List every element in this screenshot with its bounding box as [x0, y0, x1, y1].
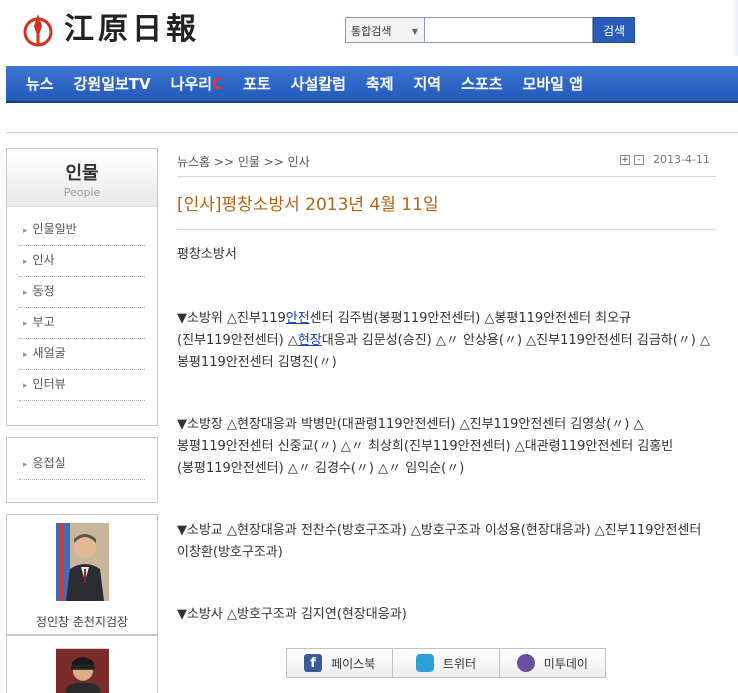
article-paragraph-2: ▼소방장 △현장대응과 박병만(대관령119안전센터) △진부119안전센터 김…	[177, 417, 674, 476]
nav-item-tv[interactable]: 강원일보TV	[74, 73, 151, 94]
main-nav: 뉴스 강원일보TV 나우리C 포토 사설칼럼 축제 지역 스포츠 모바일 앱	[6, 66, 738, 103]
nav-item-news[interactable]: 뉴스	[26, 73, 54, 94]
sidebar-item-label: 동정	[32, 284, 55, 298]
nav-item-nauri-suffix: C	[212, 75, 224, 93]
title-divider	[177, 229, 716, 230]
header-divider	[6, 132, 738, 133]
sidebar-reception: ▸ 응접실	[6, 437, 158, 503]
nav-item-mobile-app[interactable]: 모바일 앱	[523, 73, 583, 94]
site-logo[interactable]: 江原日報	[22, 12, 200, 48]
sidebar-item-obituary[interactable]: ▸ 부고	[19, 308, 145, 339]
sidebar-item-label: 인터뷰	[32, 377, 66, 391]
sidebar-item-general[interactable]: ▸ 인물일반	[19, 215, 145, 246]
keyword-link[interactable]: 안전	[286, 311, 310, 326]
nav-item-festival[interactable]: 축제	[366, 73, 394, 94]
sidebar-title: 인물 People	[7, 149, 157, 207]
sidebar-item-interview[interactable]: ▸ 인터뷰	[19, 370, 145, 401]
bullet-icon: ▸	[23, 381, 28, 391]
sidebar-item-label: 인물일반	[32, 222, 77, 236]
header-edge	[732, 0, 738, 56]
sidebar-item-label: 인사	[32, 253, 55, 267]
sidebar-item-label: 응접실	[32, 456, 66, 470]
person-photo	[55, 523, 109, 601]
keyword-link[interactable]: 현장	[298, 333, 322, 348]
sidebar-list-2: ▸ 응접실	[7, 438, 157, 480]
sidebar-people: 인물 People ▸ 인물일반 ▸ 인사 ▸ 동정 ▸ 부고 ▸ 새얼굴 ▸ 인터뷰	[6, 148, 158, 426]
sidebar-list: ▸ 인물일반 ▸ 인사 ▸ 동정 ▸ 부고 ▸ 새얼굴 ▸ 인터뷰	[7, 207, 157, 401]
bullet-icon: ▸	[23, 226, 28, 236]
article-tools: + - 2013-4-11	[620, 153, 710, 166]
featured-person-2[interactable]	[6, 635, 158, 693]
share-facebook-label: 페이스북	[331, 656, 376, 671]
search-scope-label: 통합검색	[351, 25, 392, 38]
nav-item-region[interactable]: 지역	[414, 73, 442, 94]
sidebar-title-ko: 인물	[65, 163, 99, 184]
search-scope-select[interactable]: 통합검색 ▼	[345, 17, 425, 43]
share-me2day-label: 미투데이	[543, 656, 588, 671]
share-me2day-button[interactable]: 미투데이	[500, 649, 605, 677]
article-paragraph-1: ▼소방위 △진부119안전센터 김주범(봉평119안전센터) △봉평119안전센…	[177, 308, 718, 374]
nav-item-sports[interactable]: 스포츠	[461, 73, 502, 94]
bullet-icon: ▸	[23, 350, 28, 360]
nav-item-nauri-label: 나우리	[170, 75, 213, 93]
share-bar: f 페이스북 트위터 미투데이	[286, 648, 606, 678]
bullet-icon: ▸	[23, 319, 28, 329]
me2day-icon	[516, 654, 535, 672]
sidebar-item-label: 부고	[32, 315, 55, 329]
search-button[interactable]: 검색	[593, 17, 635, 43]
article-paragraph-3: ▼소방교 △현장대응과 전찬수(방호구조과) △방호구조과 이성용(현장대응과)…	[177, 523, 702, 560]
logo-text: 江原日報	[64, 12, 200, 47]
sidebar-item-label: 새얼굴	[32, 346, 66, 360]
zoom-out-icon[interactable]: -	[634, 154, 644, 165]
nav-item-nauri[interactable]: 나우리C	[171, 73, 223, 94]
facebook-icon: f	[304, 654, 323, 672]
person-name: 정인창 춘천지검장	[35, 615, 129, 629]
bullet-icon: ▸	[23, 288, 28, 298]
bullet-icon: ▸	[23, 257, 28, 267]
zoom-in-icon[interactable]: +	[620, 154, 630, 165]
chevron-down-icon: ▼	[411, 27, 418, 36]
sidebar-item-activities[interactable]: ▸ 동정	[19, 277, 145, 308]
article-title: [인사]평창소방서 2013년 4월 11일	[177, 195, 439, 215]
article-date: 2013-4-11	[653, 153, 710, 166]
share-twitter-label: 트위터	[442, 656, 477, 671]
bullet-icon: ▸	[23, 460, 28, 470]
nav-item-photo[interactable]: 포토	[243, 73, 271, 94]
p1-pre: ▼소방위 △진부119	[177, 311, 286, 326]
breadcrumb-divider	[177, 176, 716, 177]
sidebar-item-new-faces[interactable]: ▸ 새얼굴	[19, 339, 145, 370]
logo-flame-icon	[23, 14, 53, 47]
sidebar-title-en: People	[63, 186, 101, 199]
share-twitter-button[interactable]: 트위터	[393, 649, 500, 677]
person-photo	[55, 648, 109, 693]
sidebar-item-personnel[interactable]: ▸ 인사	[19, 246, 145, 277]
share-facebook-button[interactable]: f 페이스북	[287, 649, 394, 677]
breadcrumb[interactable]: 뉴스홈 >> 인물 >> 인사	[177, 153, 310, 170]
featured-person[interactable]: 정인창 춘천지검장	[6, 514, 158, 635]
sidebar-item-reception[interactable]: ▸ 응접실	[19, 449, 145, 480]
search-input[interactable]	[425, 17, 593, 43]
article-org: 평창소방서	[177, 247, 237, 262]
twitter-icon	[415, 654, 434, 672]
nav-item-editorial[interactable]: 사설칼럼	[291, 73, 346, 94]
search-bar: 통합검색 ▼ 검색	[345, 17, 635, 43]
article-paragraph-4: ▼소방사 △방호구조과 김지연(현장대응과)	[177, 607, 407, 622]
